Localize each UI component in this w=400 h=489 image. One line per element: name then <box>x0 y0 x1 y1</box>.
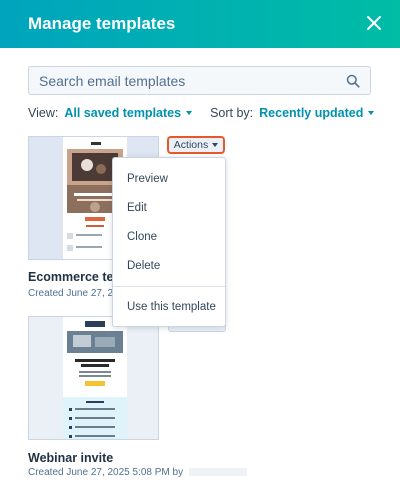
template-created-date: Created June 27, 2025 5:08 PM by <box>28 467 184 478</box>
modal-header: Manage templates <box>0 0 400 48</box>
close-icon <box>367 16 381 30</box>
caret-down-icon <box>186 111 193 115</box>
template-title[interactable]: Ecommerce tem <box>28 270 125 284</box>
search-input[interactable] <box>39 72 346 89</box>
actions-menu: Preview Edit Clone Delete Use this templ… <box>112 157 226 327</box>
email-preview-image <box>63 317 127 439</box>
menu-item-preview[interactable]: Preview <box>127 173 168 185</box>
menu-item-edit[interactable]: Edit <box>127 202 147 214</box>
template-thumbnail-webinar[interactable] <box>28 316 159 440</box>
view-label: View: <box>28 106 59 120</box>
close-button[interactable] <box>364 13 384 33</box>
search-box <box>28 66 371 95</box>
sort-label: Sort by: <box>210 106 254 120</box>
menu-item-clone[interactable]: Clone <box>127 231 157 243</box>
search-icon[interactable] <box>346 74 360 88</box>
sort-dropdown[interactable]: Recently updated <box>259 106 375 120</box>
caret-down-icon <box>212 143 219 147</box>
actions-button[interactable]: Actions <box>167 136 225 154</box>
menu-item-delete[interactable]: Delete <box>127 260 160 272</box>
template-meta: Created June 27, 2025 5:08 PM by <box>28 467 247 478</box>
view-dropdown-value: All saved templates <box>64 106 182 120</box>
caret-down-icon <box>368 111 375 115</box>
modal-title: Manage templates <box>28 14 176 33</box>
view-dropdown[interactable]: All saved templates <box>64 106 193 120</box>
actions-button-label: Actions <box>173 139 209 151</box>
filter-bar: View: All saved templates Sort by: Recen… <box>28 106 375 120</box>
menu-item-use-template[interactable]: Use this template <box>127 301 216 313</box>
template-title[interactable]: Webinar invite <box>28 451 113 465</box>
author-redacted <box>188 468 247 477</box>
sort-dropdown-value: Recently updated <box>259 106 364 120</box>
menu-divider <box>113 286 225 287</box>
